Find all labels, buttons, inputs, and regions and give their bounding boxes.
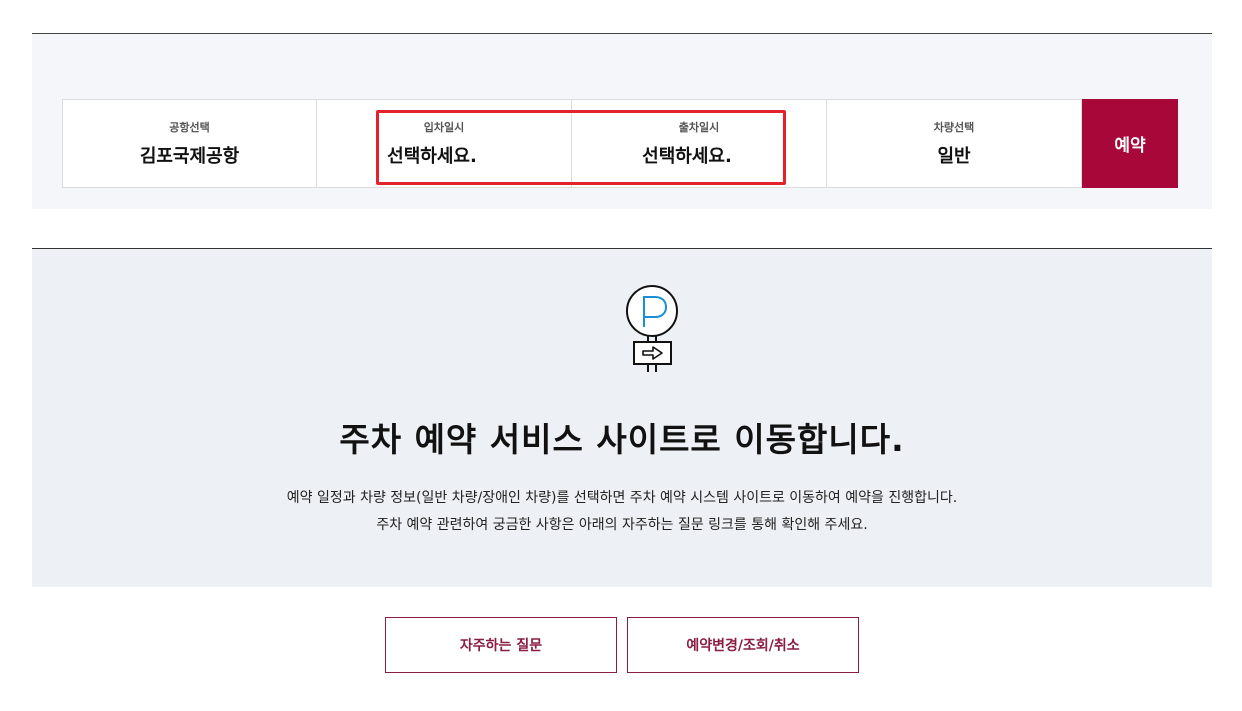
exit-datetime-value: 선택하세요. bbox=[642, 146, 732, 167]
vehicle-select-label: 차량선택 bbox=[933, 121, 975, 134]
vehicle-select-value: 일반 bbox=[937, 146, 971, 167]
parking-sign-icon bbox=[626, 285, 678, 372]
exit-datetime-label: 출차일시 bbox=[678, 121, 720, 134]
info-title: 주차 예약 서비스 사이트로 이동합니다. bbox=[339, 420, 905, 459]
exit-datetime-select[interactable]: 출차일시 선택하세요. bbox=[572, 99, 827, 188]
airport-select-value: 김포국제공항 bbox=[139, 146, 240, 167]
booking-bar: 공항선택 김포국제공항 입차일시 선택하세요. 출차일시 선택하세요. 차량선택… bbox=[62, 99, 1180, 188]
manage-reservation-button[interactable]: 예약변경/조회/취소 bbox=[627, 617, 859, 673]
info-description-line: 예약 일정과 차량 정보(일반 차량/장애인 차량)를 선택하면 주차 예약 시… bbox=[286, 490, 958, 506]
airport-select-label: 공항선택 bbox=[169, 121, 210, 134]
entry-datetime-label: 입차일시 bbox=[423, 121, 465, 134]
reserve-button[interactable]: 예약 bbox=[1082, 99, 1178, 188]
faq-button[interactable]: 자주하는 질문 bbox=[385, 617, 617, 673]
info-description-line: 주차 예약 관련하여 궁금한 사항은 아래의 자주하는 질문 링크를 통해 확인… bbox=[376, 517, 868, 533]
entry-datetime-value: 선택하세요. bbox=[387, 146, 477, 167]
info-panel: 주차 예약 서비스 사이트로 이동합니다. 예약 일정과 차량 정보(일반 차량… bbox=[32, 249, 1212, 587]
vehicle-select[interactable]: 차량선택 일반 bbox=[827, 99, 1082, 188]
entry-datetime-select[interactable]: 입차일시 선택하세요. bbox=[317, 99, 572, 188]
airport-select[interactable]: 공항선택 김포국제공항 bbox=[62, 99, 317, 188]
info-description: 예약 일정과 차량 정보(일반 차량/장애인 차량)를 선택하면 주차 예약 시… bbox=[32, 485, 1212, 539]
